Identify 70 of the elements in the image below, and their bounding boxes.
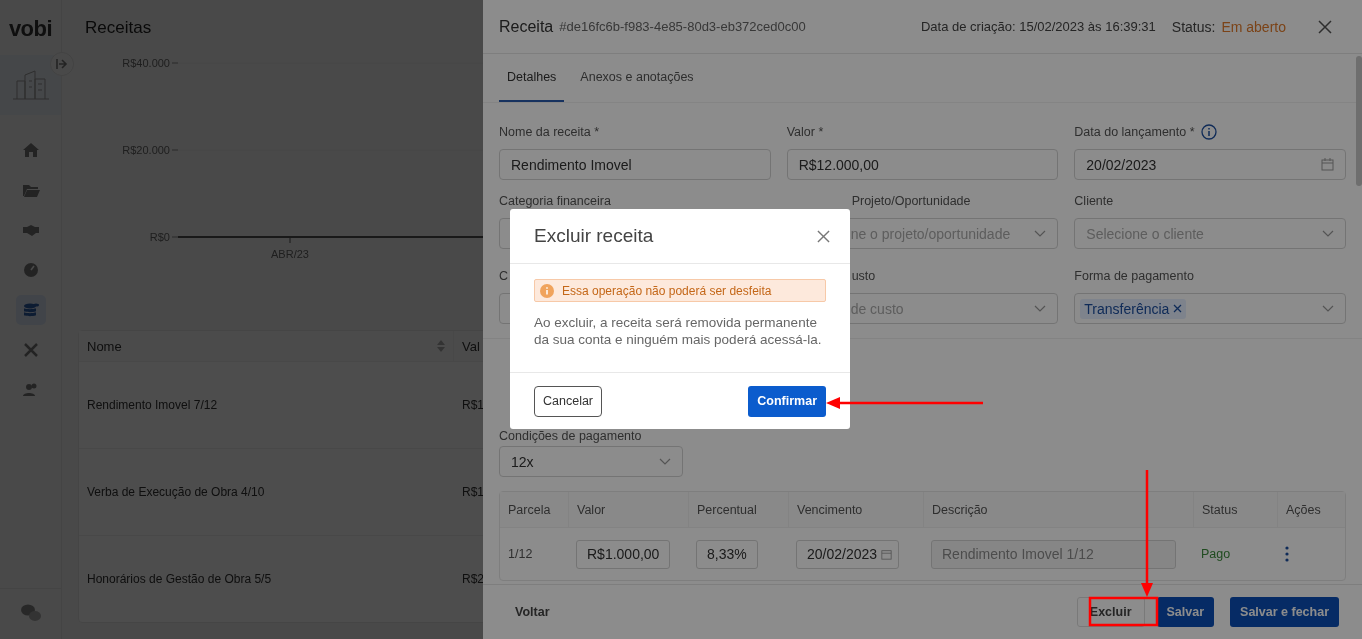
column-header: Parcela: [507, 501, 552, 519]
table-cell-text: Verba de Execução de Obra 4/10: [86, 484, 266, 501]
description-field[interactable]: Rendimento Imovel 1/12: [931, 539, 1176, 569]
table-cell-text: R$1: [461, 397, 483, 414]
chevron-down-icon: [659, 457, 671, 466]
building-icon[interactable]: [0, 55, 61, 115]
field-label: Data do lançamento *: [1074, 125, 1195, 139]
drawer-title: Receita: [499, 17, 554, 36]
cancel-button[interactable]: Cancelar: [534, 385, 603, 417]
calendar-icon: [1321, 158, 1334, 171]
highlight-box: [1088, 596, 1159, 627]
close-icon[interactable]: [1318, 19, 1332, 34]
column-header: Vencimento: [788, 492, 923, 527]
field-label: Projeto/Oportunidade: [850, 194, 971, 208]
expand-icon[interactable]: [56, 59, 68, 69]
chevron-down-icon: [1034, 229, 1047, 238]
remove-icon[interactable]: [1173, 304, 1183, 313]
creation-date: Data de criação: 15/02/2023 às 16:39:31: [920, 19, 1156, 34]
back-button[interactable]: Voltar: [499, 599, 566, 625]
status-text: Pago: [1200, 546, 1232, 563]
vobi-logo: vobi: [8, 15, 53, 43]
field-label: Forma de pagamento: [1074, 269, 1194, 283]
status-label: Status:: [1171, 18, 1216, 35]
more-icon[interactable]: [1285, 546, 1289, 562]
info-icon: [540, 283, 554, 298]
text-field[interactable]: R$12.000,00: [786, 149, 1059, 180]
table-cell-text: R$2: [461, 571, 483, 588]
coins-icon[interactable]: [15, 295, 46, 325]
field-label: Valor *: [786, 125, 824, 139]
chevron-down-icon: [1034, 304, 1047, 313]
status-value: Em aberto: [1221, 18, 1286, 35]
dialog-title: Excluir receita: [534, 225, 654, 247]
info-icon[interactable]: [1200, 124, 1217, 140]
page-title: Receitas: [85, 17, 152, 38]
column-header: Status: [1193, 492, 1277, 527]
table-cell-text: 1/12: [507, 546, 534, 563]
tab[interactable]: Detalhes: [499, 54, 565, 102]
date-field[interactable]: 20/02/2023: [796, 539, 900, 569]
chevron-down-icon: [1322, 229, 1334, 238]
field-label: usto: [850, 269, 876, 283]
calendar-icon: [881, 548, 893, 560]
date-field[interactable]: 20/02/2023: [1074, 149, 1346, 180]
save-close-button[interactable]: Salvar e fechar: [1230, 597, 1339, 627]
field-label: Categoria financeira: [499, 194, 611, 208]
column-header: Percentual: [688, 492, 788, 527]
close-icon[interactable]: [817, 229, 830, 243]
field-label: Cliente: [1074, 194, 1114, 208]
chevron-down-icon: [1322, 304, 1334, 313]
text-field[interactable]: Rendimento Imovel: [499, 149, 771, 180]
column-header: Descrição: [923, 492, 1193, 527]
table-cell-text: R$1: [461, 484, 483, 501]
field-label: Nome da receita *: [499, 125, 600, 139]
record-id: #de16fc6b-f983-4e85-80d3-eb372ced0c00: [559, 19, 806, 34]
select-field[interactable]: 12x: [499, 446, 683, 477]
tab[interactable]: Anexos e anotações: [572, 54, 702, 102]
confirm-button[interactable]: Confirmar: [748, 385, 826, 417]
warning-text: Essa operação não poderá ser desfeita: [562, 283, 772, 298]
table-cell-text: Rendimento Imovel 7/12: [86, 397, 219, 414]
select-field[interactable]: Transferência: [1074, 293, 1346, 324]
field-label: C: [499, 269, 509, 283]
expand-sidebar-button[interactable]: [50, 52, 74, 76]
table-cell-text: Honorários de Gestão de Obra 5/5: [86, 571, 273, 588]
column-header: Ações: [1277, 492, 1345, 527]
percent-field[interactable]: 8,33%: [696, 539, 758, 569]
amount-field[interactable]: R$1.000,00: [576, 539, 671, 569]
column-header: Valor: [568, 492, 688, 527]
field-label: Condições de pagamento: [499, 428, 643, 444]
save-button[interactable]: Salvar: [1156, 597, 1215, 627]
sort-icon[interactable]: [437, 340, 445, 352]
scrollbar[interactable]: [1356, 56, 1362, 186]
